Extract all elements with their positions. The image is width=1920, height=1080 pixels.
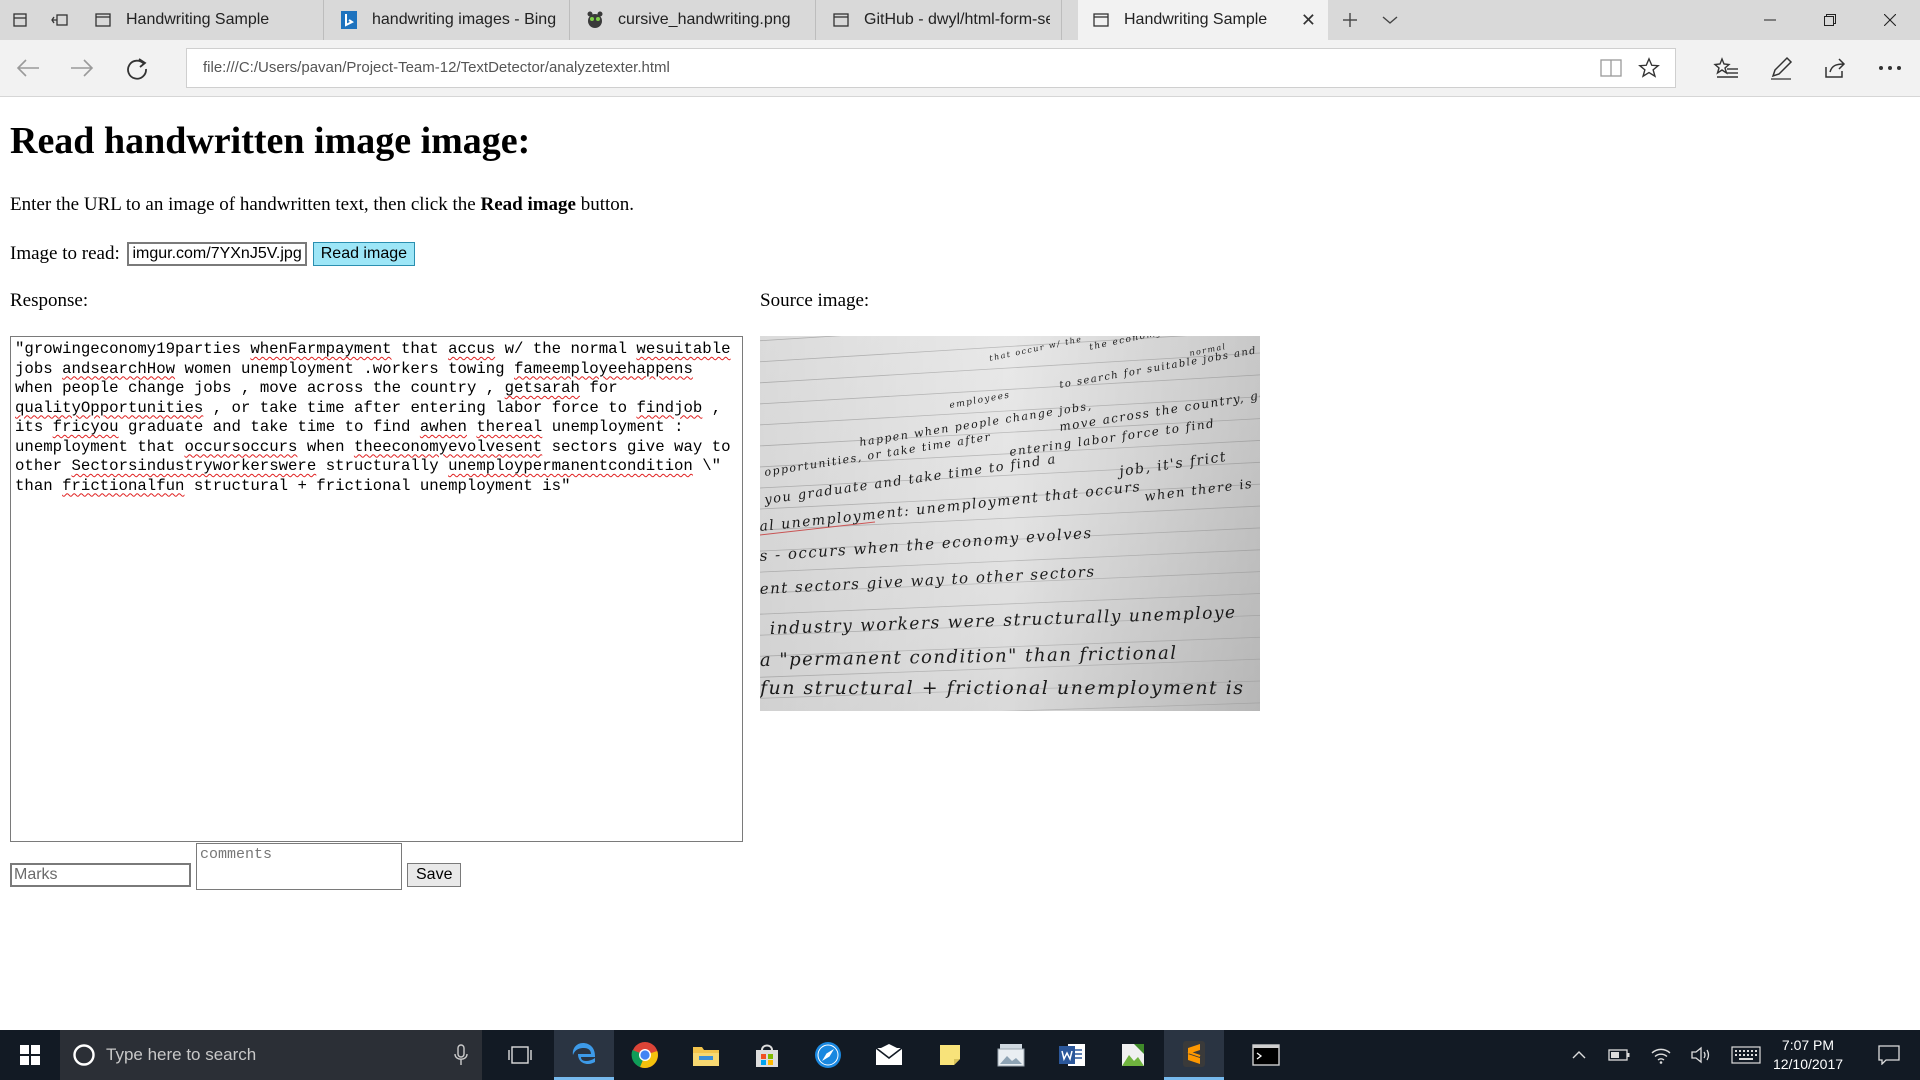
tab-bing-images[interactable]: handwriting images - Bing i (326, 0, 570, 40)
misspelled-word: fricyou (52, 418, 119, 436)
clock-time: 7:07 PM (1781, 1037, 1835, 1053)
image-url-label: Image to read: (10, 243, 120, 264)
page-icon (94, 11, 112, 29)
restore-button[interactable] (1800, 0, 1860, 40)
volume-icon[interactable] (1686, 1030, 1716, 1080)
chrome-icon[interactable] (615, 1030, 675, 1080)
cortana-circle-icon (72, 1043, 96, 1067)
misspelled-word: qualityOpportunities (15, 398, 204, 417)
image-shading (760, 336, 1260, 711)
search-placeholder: Type here to search (106, 1045, 257, 1064)
new-tab-icon[interactable] (1330, 0, 1370, 40)
show-hidden-icons-chevron-up-icon[interactable] (1566, 1030, 1592, 1080)
marks-input[interactable] (10, 863, 191, 887)
forward-arrow-icon[interactable] (62, 48, 102, 88)
refresh-icon[interactable] (117, 48, 157, 88)
address-bar[interactable]: file:///C:/Users/pavan/Project-Team-12/T… (186, 48, 1676, 88)
wifi-icon[interactable] (1646, 1030, 1676, 1080)
image-url-input[interactable] (126, 242, 307, 266)
task-view-icon[interactable] (490, 1030, 550, 1080)
misspelled-word: wesuitable (636, 340, 731, 358)
tab-cursive-handwriting[interactable]: cursive_handwriting.png (572, 0, 816, 40)
bing-icon (340, 11, 358, 29)
image-icon (586, 11, 604, 29)
set-aside-tabs-icon[interactable] (40, 0, 80, 40)
edge-browser-icon[interactable] (554, 1030, 614, 1080)
comments-input[interactable] (196, 843, 402, 890)
navigation-bar: file:///C:/Users/pavan/Project-Team-12/T… (0, 40, 1920, 97)
address-url: file:///C:/Users/pavan/Project-Team-12/T… (203, 59, 670, 76)
microphone-icon[interactable] (454, 1044, 468, 1066)
misspelled-word: unemploypermanentcondition (448, 457, 693, 475)
source-image: the economy is growingnormalthat occur w… (760, 336, 1260, 711)
response-label: Response: (10, 290, 89, 311)
battery-icon[interactable] (1604, 1030, 1634, 1080)
photos-app-icon[interactable] (981, 1030, 1041, 1080)
misspelled-word: findjob (636, 398, 703, 417)
page-icon (1092, 11, 1110, 29)
page-title: Read handwritten image image: (10, 120, 531, 162)
tab-preview-chevron-down-icon[interactable] (1370, 0, 1410, 40)
clock-date: 12/10/2017 (1772, 1056, 1844, 1072)
file-explorer-icon[interactable] (676, 1030, 736, 1080)
source-image-label: Source image: (760, 290, 870, 311)
instructions-bold: Read image (480, 194, 576, 215)
instructions-part: Enter the URL to an image of handwritten… (10, 194, 481, 215)
page-icon (832, 11, 850, 29)
tab-strip: Handwriting Sample handwriting images - … (0, 0, 1920, 40)
sublime-text-icon[interactable] (1164, 1030, 1224, 1080)
instructions-part: button. (575, 194, 635, 215)
tab-handwriting-sample-1[interactable]: Handwriting Sample (80, 0, 324, 40)
minimize-button[interactable] (1740, 0, 1800, 40)
close-window-button[interactable] (1860, 0, 1920, 40)
misspelled-word: whenFarmpayment (250, 340, 392, 358)
share-icon[interactable] (1815, 48, 1855, 88)
windows-start-icon[interactable] (0, 1030, 60, 1080)
safari-compass-icon[interactable] (798, 1030, 858, 1080)
read-image-button[interactable]: Read image (312, 242, 416, 266)
misspelled-word: getsarah (504, 379, 580, 397)
reading-view-icon[interactable] (1595, 49, 1627, 87)
taskbar-search-box[interactable]: Type here to search (60, 1030, 482, 1080)
misspelled-word: andsearchHow (62, 359, 176, 378)
mail-icon[interactable] (859, 1030, 919, 1080)
back-arrow-icon[interactable] (8, 48, 48, 88)
save-button[interactable]: Save (407, 863, 462, 887)
action-center-notification-icon[interactable] (1868, 1030, 1910, 1080)
tab-handwriting-sample-active[interactable]: Handwriting Sample ✕ (1078, 0, 1328, 40)
tab-manager-icon[interactable] (0, 0, 40, 40)
system-clock[interactable]: 7:07 PM 12/10/2017 (1748, 1036, 1868, 1074)
misspelled-word: fameemployeehappens (514, 359, 693, 378)
terminal-icon[interactable] (1236, 1030, 1296, 1080)
misspelled-word: accus (448, 340, 496, 358)
image-url-row: Image to read: Read image (10, 241, 416, 267)
response-textarea[interactable]: "growingeconomy19parties whenFarmpayment… (10, 336, 743, 842)
tab-label: Handwriting Sample (126, 11, 270, 28)
tab-label: cursive_handwriting.png (618, 11, 791, 28)
misspelled-word: theeconomyevolvesent (353, 437, 543, 456)
image-editor-icon[interactable] (1103, 1030, 1163, 1080)
tab-label: Handwriting Sample (1124, 11, 1268, 28)
page-content: Read handwritten image image: Enter the … (0, 97, 1920, 1030)
close-tab-icon[interactable]: ✕ (1301, 10, 1316, 31)
store-icon[interactable] (737, 1030, 797, 1080)
misspelled-word: thereal (476, 418, 543, 436)
misspelled-word: occursoccurs (184, 437, 298, 456)
sticky-notes-icon[interactable] (920, 1030, 980, 1080)
favorite-star-icon[interactable] (1633, 49, 1665, 87)
more-options-icon[interactable] (1870, 48, 1910, 88)
tab-label: GitHub - dwyl/html-form-se (864, 11, 1050, 28)
tab-github[interactable]: GitHub - dwyl/html-form-se (818, 0, 1062, 40)
instructions-text: Enter the URL to an image of handwritten… (10, 194, 634, 216)
word-icon[interactable] (1042, 1030, 1102, 1080)
misspelled-word: awhen (419, 418, 467, 436)
misspelled-word: frictionalfun (62, 476, 185, 495)
taskbar: Type here to search 7:07 PM 12/10/2017 (0, 1030, 1920, 1080)
pen-notes-icon[interactable] (1761, 48, 1801, 88)
favorites-hub-icon[interactable] (1706, 48, 1746, 88)
tab-label: handwriting images - Bing i (372, 11, 558, 28)
misspelled-word: Sectorsindustryworkerswere (71, 457, 317, 475)
